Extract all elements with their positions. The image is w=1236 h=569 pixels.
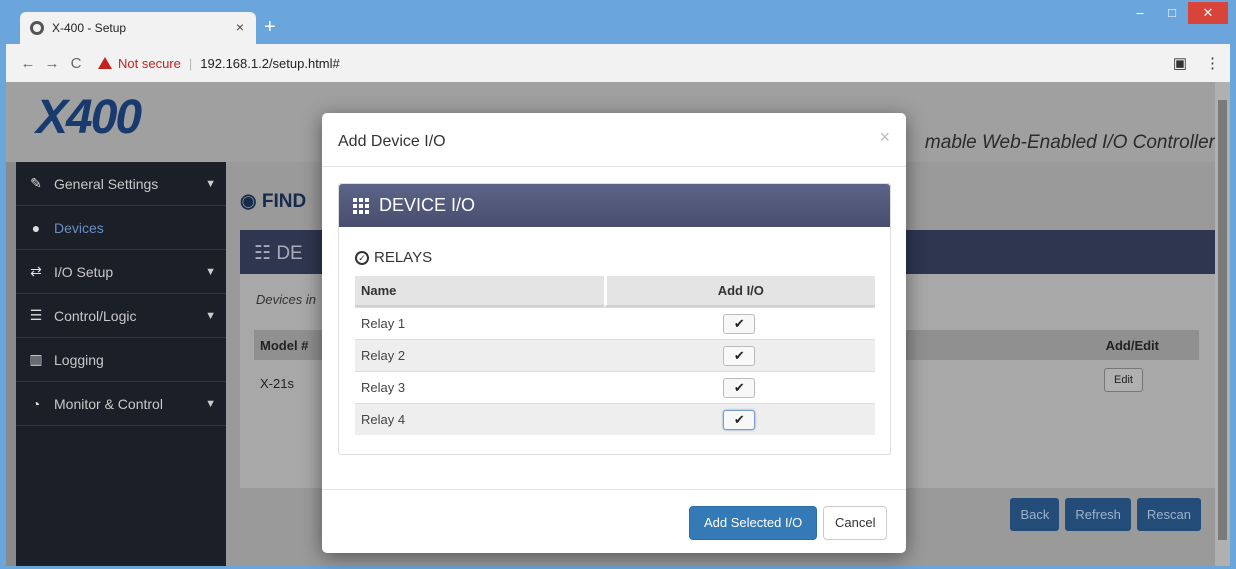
relay-name: Relay 4 bbox=[355, 403, 604, 435]
window-controls: – □ ✕ bbox=[1124, 2, 1228, 24]
reload-icon[interactable]: C bbox=[64, 55, 88, 72]
device-io-panel-title: DEVICE I/O bbox=[379, 195, 476, 215]
sidebar-item-monitor-control[interactable]: ◔ Monitor & Control ▼ bbox=[16, 382, 226, 426]
tab-title: X-400 - Setup bbox=[52, 21, 127, 35]
tagline: mable Web-Enabled I/O Controller bbox=[924, 132, 1215, 153]
sidebar-item-label: I/O Setup bbox=[54, 263, 114, 280]
sidebar-item-devices[interactable]: ● Devices bbox=[16, 206, 226, 250]
globe-icon: ◉ bbox=[240, 191, 257, 212]
maximize-button[interactable]: □ bbox=[1156, 2, 1188, 24]
back-arrow-icon[interactable]: ← bbox=[16, 55, 40, 72]
bar-chart-icon: ▥ bbox=[29, 351, 43, 367]
forward-arrow-icon[interactable]: → bbox=[40, 55, 64, 72]
not-secure-label: Not secure bbox=[118, 55, 181, 71]
chevron-down-icon: ▼ bbox=[205, 177, 216, 190]
dashboard-icon: ◔ bbox=[31, 395, 41, 412]
globe-icon bbox=[30, 21, 44, 35]
tab-strip: X-400 - Setup × + – □ ✕ bbox=[0, 0, 1236, 44]
modal-footer: Add Selected I/O Cancel bbox=[322, 489, 906, 553]
sidebar: ✎ General Settings ▼ ● Devices ⇄ I/O Set… bbox=[16, 162, 226, 566]
edit-button[interactable]: Edit bbox=[1104, 368, 1143, 392]
grid-icon bbox=[353, 197, 369, 214]
sidebar-item-label: General Settings bbox=[54, 175, 159, 192]
table-row: Relay 2 ✔ bbox=[355, 339, 875, 371]
relay-4-checkbox[interactable]: ✔ bbox=[723, 409, 756, 430]
address-bar: ← → C Not secure | 192.168.1.2/setup.htm… bbox=[6, 44, 1230, 82]
url-field[interactable]: 192.168.1.2/setup.html# bbox=[200, 56, 340, 71]
table-row: Relay 1 ✔ bbox=[355, 307, 875, 339]
browser-tab[interactable]: X-400 - Setup × bbox=[20, 12, 256, 44]
sidebar-item-logging[interactable]: ▥ Logging bbox=[16, 338, 226, 382]
add-selected-io-button[interactable]: Add Selected I/O bbox=[689, 506, 818, 540]
check-circle-icon: ✓ bbox=[355, 250, 369, 265]
devices-actions: Back Refresh Rescan bbox=[1010, 498, 1201, 531]
extension-icon[interactable]: ▣ bbox=[1173, 54, 1187, 72]
minimize-button[interactable]: – bbox=[1124, 2, 1156, 24]
globe-icon: ● bbox=[31, 219, 41, 236]
chevron-down-icon: ▼ bbox=[205, 309, 216, 322]
modal-title: Add Device I/O bbox=[338, 133, 446, 150]
menu-icon[interactable]: ⋮ bbox=[1205, 54, 1220, 72]
chevron-down-icon: ▼ bbox=[205, 265, 216, 278]
relay-name: Relay 3 bbox=[355, 371, 604, 403]
sidebar-item-general-settings[interactable]: ✎ General Settings ▼ bbox=[16, 162, 226, 206]
modal-header: Add Device I/O × bbox=[322, 113, 906, 167]
back-button[interactable]: Back bbox=[1010, 498, 1060, 531]
new-tab-button[interactable]: + bbox=[264, 16, 276, 39]
x400-logo: X400 bbox=[36, 91, 142, 144]
device-io-panel-header: DEVICE I/O bbox=[339, 184, 890, 227]
tab-close-icon[interactable]: × bbox=[236, 19, 244, 35]
warning-icon bbox=[98, 57, 112, 69]
url-separator: | bbox=[188, 55, 193, 71]
col-add-io: Add I/O bbox=[603, 276, 875, 307]
wrench-icon: ✎ bbox=[30, 175, 42, 191]
scrollbar-thumb[interactable] bbox=[1218, 100, 1227, 540]
page-title-text: FIND bbox=[261, 191, 307, 212]
relay-name: Relay 1 bbox=[355, 307, 604, 339]
relay-1-checkbox[interactable]: ✔ bbox=[723, 313, 756, 334]
relay-3-checkbox[interactable]: ✔ bbox=[723, 377, 756, 398]
relays-section-label: ✓ RELAYS bbox=[355, 249, 890, 266]
chevron-down-icon: ▼ bbox=[205, 397, 216, 410]
col-name: Name bbox=[355, 276, 604, 307]
table-row: Relay 4 ✔ bbox=[355, 403, 875, 435]
relay-2-checkbox[interactable]: ✔ bbox=[723, 345, 756, 366]
close-icon[interactable]: × bbox=[879, 127, 890, 148]
relays-table: Name Add I/O Relay 1 ✔ Relay 2 ✔ Relay 3 bbox=[355, 276, 875, 435]
security-indicator[interactable]: Not secure bbox=[98, 56, 181, 71]
refresh-button[interactable]: Refresh bbox=[1065, 498, 1131, 531]
devices-caption: Devices in bbox=[256, 292, 316, 307]
toolbar-actions: ▣ ⋮ bbox=[1173, 54, 1220, 72]
page-scrollbar[interactable] bbox=[1215, 82, 1230, 566]
sidebar-item-label: Monitor & Control bbox=[54, 395, 163, 412]
close-window-button[interactable]: ✕ bbox=[1188, 2, 1228, 24]
list-icon: ☷ bbox=[254, 243, 277, 264]
sidebar-item-io-setup[interactable]: ⇄ I/O Setup ▼ bbox=[16, 250, 226, 294]
cell-model: X-21s bbox=[260, 376, 294, 391]
col-model: Model # bbox=[260, 338, 309, 353]
sidebar-item-label: Logging bbox=[54, 351, 104, 368]
add-device-io-modal: Add Device I/O × DEVICE I/O ✓ RELAYS Nam… bbox=[322, 113, 906, 553]
sidebar-item-label: Control/Logic bbox=[54, 307, 137, 324]
devices-panel-title: DE bbox=[276, 243, 303, 264]
relays-label-text: RELAYS bbox=[374, 249, 433, 266]
page-title: ◉ FIND bbox=[240, 190, 306, 213]
cancel-button[interactable]: Cancel bbox=[823, 506, 888, 540]
server-icon: ☰ bbox=[29, 307, 43, 323]
sidebar-item-control-logic[interactable]: ☰ Control/Logic ▼ bbox=[16, 294, 226, 338]
col-add-edit: Add/Edit bbox=[1105, 338, 1159, 353]
table-row: Relay 3 ✔ bbox=[355, 371, 875, 403]
sidebar-item-label: Devices bbox=[54, 219, 104, 236]
modal-body: DEVICE I/O ✓ RELAYS Name Add I/O Relay 1… bbox=[322, 167, 906, 471]
relay-name: Relay 2 bbox=[355, 339, 604, 371]
exchange-icon: ⇄ bbox=[30, 263, 42, 279]
device-io-panel: DEVICE I/O ✓ RELAYS Name Add I/O Relay 1… bbox=[338, 183, 891, 455]
rescan-button[interactable]: Rescan bbox=[1136, 498, 1201, 531]
